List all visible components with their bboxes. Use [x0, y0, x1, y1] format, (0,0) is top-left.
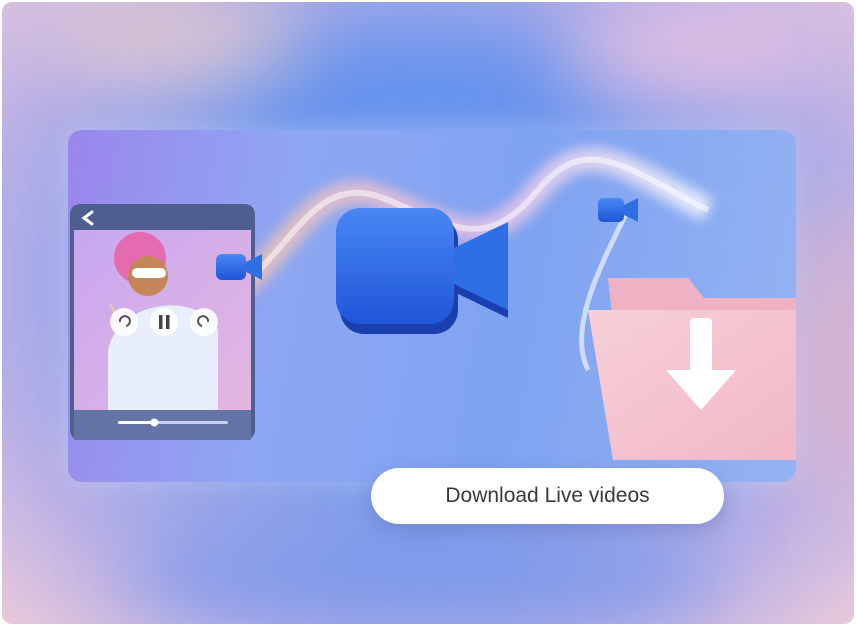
bg-blob-pink	[562, 2, 822, 92]
hero-banner: Download Live videos	[2, 2, 854, 624]
forward-icon	[190, 308, 218, 336]
download-live-videos-button[interactable]: Download Live videos	[371, 468, 724, 524]
illustration-card	[68, 130, 796, 482]
download-live-videos-label: Download Live videos	[445, 484, 650, 507]
illustration	[70, 147, 796, 460]
rewind-icon	[110, 308, 138, 336]
bg-blob-bottom	[122, 522, 722, 624]
pause-icon	[150, 308, 178, 336]
phone-mockup	[70, 204, 255, 440]
video-camera-icon	[598, 198, 638, 222]
video-camera-icon	[216, 254, 262, 280]
folder-download-icon	[588, 278, 796, 460]
